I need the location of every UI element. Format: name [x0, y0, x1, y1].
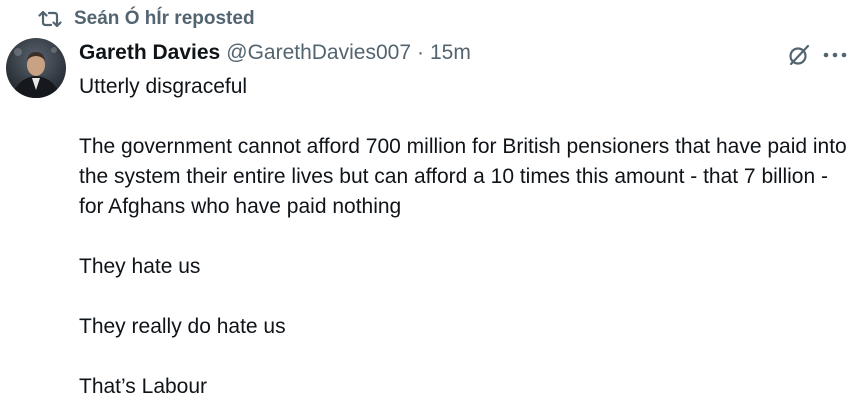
repost-indicator[interactable]: Seán Ó hÍr reposted	[38, 7, 255, 31]
post-header: Gareth Davies @GarethDavies007 · 15m	[79, 39, 471, 67]
header-separator: ·	[417, 41, 424, 64]
post-paragraph: They hate us	[79, 255, 201, 278]
post-timestamp[interactable]: 15m	[430, 41, 471, 65]
post-paragraph: They really do hate us	[79, 315, 286, 338]
post-paragraph: That’s Labour	[79, 375, 208, 398]
repost-text[interactable]: Seán Ó hÍr reposted	[74, 8, 255, 30]
more-icon[interactable]	[821, 47, 849, 63]
repost-icon	[38, 9, 62, 29]
post-paragraph: Utterly disgraceful	[79, 75, 248, 98]
post-paragraph: The government cannot afford 700 million…	[79, 135, 847, 218]
avatar[interactable]	[6, 38, 66, 98]
author-handle[interactable]: @GarethDavies007	[226, 41, 411, 65]
author-display-name[interactable]: Gareth Davies	[79, 41, 220, 65]
post-text: Utterly disgraceful The government canno…	[79, 72, 854, 402]
grok-icon[interactable]	[787, 43, 811, 67]
